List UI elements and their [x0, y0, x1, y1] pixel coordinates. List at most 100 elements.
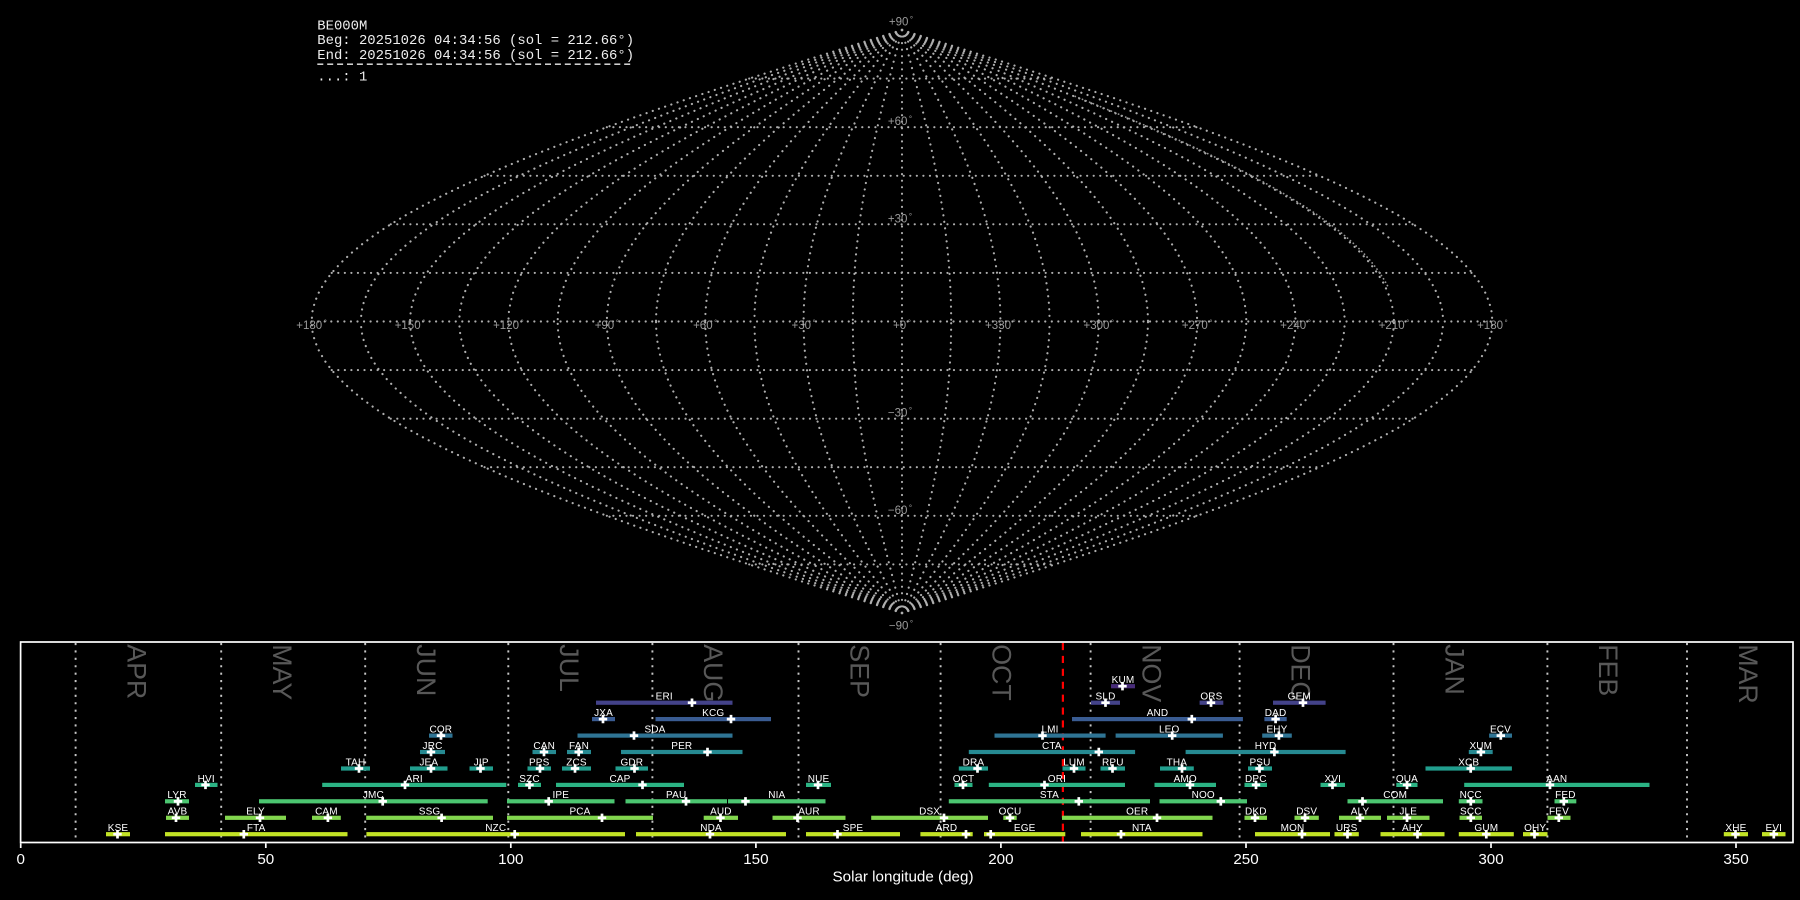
svg-text:ERI: ERI	[656, 692, 673, 703]
svg-text:EGE: EGE	[1014, 823, 1036, 834]
svg-text:250: 250	[1233, 851, 1258, 868]
svg-text:SSG: SSG	[419, 807, 441, 818]
svg-text:SCC: SCC	[1460, 807, 1482, 818]
svg-text:FEV: FEV	[1549, 807, 1569, 818]
svg-text:NIA: NIA	[768, 790, 785, 801]
svg-text:COM: COM	[1383, 790, 1407, 801]
svg-text:CTA: CTA	[1042, 741, 1062, 752]
svg-text:XHE: XHE	[1725, 823, 1746, 834]
svg-text:ECV: ECV	[1490, 725, 1511, 736]
svg-text:RPU: RPU	[1102, 757, 1124, 768]
svg-text:DAD: DAD	[1265, 708, 1287, 719]
svg-text:DRA: DRA	[963, 757, 985, 768]
svg-text:PAU: PAU	[666, 790, 686, 801]
svg-text:150: 150	[743, 851, 768, 868]
svg-text:SEP: SEP	[844, 644, 874, 698]
svg-text:FED: FED	[1555, 790, 1575, 801]
svg-text:URS: URS	[1336, 823, 1358, 834]
svg-text:OCT: OCT	[986, 644, 1016, 701]
svg-text:ORS: ORS	[1200, 692, 1222, 703]
svg-text:XCB: XCB	[1458, 757, 1479, 768]
svg-text:NUE: NUE	[808, 774, 830, 785]
svg-text:HYD: HYD	[1255, 741, 1277, 752]
svg-text:JUN: JUN	[411, 644, 441, 696]
svg-text:AHY: AHY	[1402, 823, 1423, 834]
svg-text:OER: OER	[1126, 807, 1148, 818]
svg-text:DKD: DKD	[1245, 807, 1267, 818]
svg-text:HVI: HVI	[198, 774, 215, 785]
svg-text:JLE: JLE	[1399, 807, 1417, 818]
svg-text:ELY: ELY	[246, 807, 265, 818]
svg-text:PER: PER	[671, 741, 692, 752]
svg-text:NOV: NOV	[1136, 644, 1166, 702]
svg-text:NOO: NOO	[1192, 790, 1215, 801]
svg-text:JAN: JAN	[1439, 644, 1469, 695]
svg-text:SPE: SPE	[843, 823, 864, 834]
svg-text:NCC: NCC	[1460, 790, 1482, 801]
svg-text:350: 350	[1723, 851, 1748, 868]
svg-text:LUM: LUM	[1063, 757, 1085, 768]
svg-text:MON: MON	[1281, 823, 1305, 834]
svg-text:EHY: EHY	[1266, 725, 1287, 736]
svg-text:SZC: SZC	[519, 774, 539, 785]
svg-text:FTA: FTA	[247, 823, 266, 834]
svg-text:IPE: IPE	[553, 790, 570, 801]
svg-text:PCA: PCA	[569, 807, 590, 818]
svg-text:TAH: TAH	[346, 757, 366, 768]
svg-text:50: 50	[257, 851, 274, 868]
svg-text:NDA: NDA	[700, 823, 722, 834]
svg-text:AAN: AAN	[1546, 774, 1567, 785]
svg-text:LEO: LEO	[1159, 725, 1180, 736]
svg-text:SLD: SLD	[1096, 692, 1116, 703]
svg-text:FEB: FEB	[1593, 644, 1623, 696]
svg-text:LYR: LYR	[167, 790, 186, 801]
svg-text:KCG: KCG	[702, 708, 724, 719]
svg-text:OCU: OCU	[999, 807, 1022, 818]
svg-text:PPS: PPS	[529, 757, 550, 768]
svg-text:XUM: XUM	[1469, 741, 1492, 752]
svg-text:JMC: JMC	[363, 790, 384, 801]
svg-text:APR: APR	[121, 644, 151, 699]
svg-text:XVI: XVI	[1325, 774, 1342, 785]
svg-text:CQR: CQR	[429, 725, 452, 736]
svg-text:BE000M: BE000M	[317, 18, 367, 34]
svg-text:SDA: SDA	[644, 725, 665, 736]
svg-text:ARD: ARD	[936, 823, 958, 834]
svg-text:NTA: NTA	[1132, 823, 1152, 834]
svg-text:AVB: AVB	[168, 807, 188, 818]
svg-text:JUL: JUL	[554, 644, 584, 692]
svg-text:DPC: DPC	[1245, 774, 1267, 785]
svg-text:GUM: GUM	[1474, 823, 1498, 834]
svg-text:AUD: AUD	[710, 807, 732, 818]
svg-text:AND: AND	[1147, 708, 1169, 719]
svg-text:STA: STA	[1040, 790, 1059, 801]
svg-text:JXA: JXA	[594, 708, 613, 719]
svg-text:AMO: AMO	[1174, 774, 1197, 785]
svg-text:AUR: AUR	[798, 807, 820, 818]
svg-text:ARI: ARI	[406, 774, 423, 785]
svg-text:OHY: OHY	[1524, 823, 1546, 834]
svg-text:ZCS: ZCS	[566, 757, 587, 768]
svg-text:300: 300	[1478, 851, 1503, 868]
svg-text:JEA: JEA	[419, 757, 438, 768]
svg-text:QUA: QUA	[1396, 774, 1418, 785]
svg-text:100: 100	[498, 851, 523, 868]
svg-text:ALY: ALY	[1351, 807, 1370, 818]
svg-text:CAP: CAP	[609, 774, 630, 785]
svg-text:ORI: ORI	[1048, 774, 1066, 785]
svg-text:GDR: GDR	[620, 757, 643, 768]
svg-text:GEM: GEM	[1288, 692, 1311, 703]
svg-text:Solar longitude (deg): Solar longitude (deg)	[833, 869, 974, 886]
svg-text:PSU: PSU	[1249, 757, 1270, 768]
svg-text:MAY: MAY	[267, 644, 297, 700]
svg-text:JRC: JRC	[423, 741, 443, 752]
svg-text:DSX: DSX	[919, 807, 940, 818]
svg-text:KSE: KSE	[108, 823, 129, 834]
svg-text:FAN: FAN	[569, 741, 589, 752]
svg-text:Beg: 20251026 04:34:56 (sol =: Beg: 20251026 04:34:56 (sol = 212.66°)	[317, 33, 634, 49]
svg-text:...: 1: ...: 1	[317, 70, 367, 86]
svg-text:200: 200	[988, 851, 1013, 868]
svg-text:THA: THA	[1167, 757, 1188, 768]
svg-text:LMI: LMI	[1041, 725, 1058, 736]
svg-text:End: 20251026 04:34:56 (sol =: End: 20251026 04:34:56 (sol = 212.66°)	[317, 48, 634, 64]
